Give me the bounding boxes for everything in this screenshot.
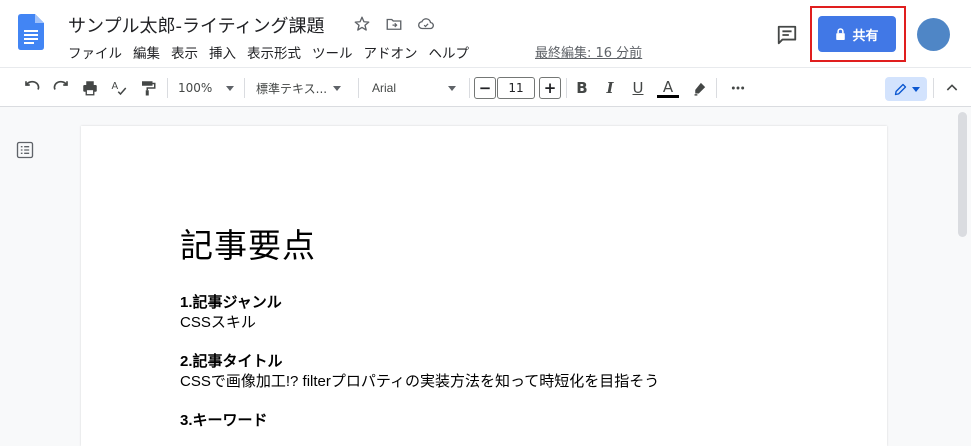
paint-format-icon[interactable] — [136, 77, 160, 99]
document-outline-icon[interactable] — [15, 140, 35, 160]
chevron-down-icon — [448, 85, 457, 91]
toolbar-divider — [716, 78, 717, 98]
underline-button[interactable]: U — [627, 77, 649, 99]
menu-edit[interactable]: 編集 — [133, 42, 160, 62]
section-title: 3.キーワード — [180, 412, 268, 429]
docs-logo-icon[interactable] — [18, 14, 44, 50]
section-body: CSSスキル — [180, 314, 256, 331]
redo-icon[interactable] — [49, 77, 73, 99]
menu-insert[interactable]: 挿入 — [209, 42, 236, 62]
font-value: Arial — [372, 81, 397, 95]
chevron-down-icon — [911, 86, 920, 92]
star-icon[interactable] — [352, 14, 372, 34]
chevron-down-icon — [226, 85, 235, 91]
scrollbar-thumb[interactable] — [958, 112, 967, 237]
toolbar-divider — [167, 78, 168, 98]
chevron-down-icon — [333, 85, 342, 91]
pencil-icon — [894, 83, 906, 95]
cloud-saved-icon[interactable] — [416, 14, 436, 34]
menu-addons[interactable]: アドオン — [364, 42, 418, 62]
text-color-letter: A — [662, 77, 674, 96]
font-select[interactable]: Arial — [372, 77, 464, 99]
more-options-icon[interactable] — [726, 77, 750, 99]
menu-help[interactable]: ヘルプ — [429, 42, 470, 62]
toolbar-divider — [358, 78, 359, 98]
increase-font-size-button[interactable]: + — [539, 77, 561, 99]
paragraph-style-select[interactable]: 標準テキス... — [256, 77, 350, 99]
formatting-toolbar: A 100% 標準テキス... Arial − 11 + B I U A — [0, 67, 971, 107]
toolbar-divider — [566, 78, 567, 98]
text-color-button[interactable]: A — [655, 77, 681, 99]
toolbar-divider — [933, 78, 934, 98]
section-body: CSSで画像加工!? filterプロパティの実装方法を知って時短化を目指そう — [180, 373, 660, 390]
menu-bar: ファイル 編集 表示 挿入 表示形式 ツール アドオン ヘルプ — [68, 42, 469, 62]
section-title: 1.記事ジャンル — [180, 294, 282, 311]
text-color-swatch — [657, 94, 679, 98]
zoom-value: 100% — [178, 81, 213, 95]
collapse-menus-icon[interactable] — [941, 77, 963, 99]
move-folder-icon[interactable] — [384, 14, 404, 34]
document-heading: 記事要点 — [180, 226, 316, 265]
account-avatar[interactable] — [917, 18, 950, 51]
print-icon[interactable] — [78, 77, 102, 99]
menu-tools[interactable]: ツール — [312, 42, 353, 62]
section-title: 2.記事タイトル — [180, 353, 283, 370]
menu-file[interactable]: ファイル — [68, 42, 122, 62]
zoom-select[interactable]: 100% — [178, 77, 236, 99]
bold-button[interactable]: B — [571, 77, 593, 99]
toolbar-divider — [244, 78, 245, 98]
share-label: 共有 — [852, 28, 879, 44]
spellcheck-icon[interactable]: A — [107, 77, 131, 99]
italic-button[interactable]: I — [599, 77, 621, 99]
lock-icon — [836, 28, 846, 40]
undo-icon[interactable] — [20, 77, 44, 99]
menu-format[interactable]: 表示形式 — [247, 42, 301, 62]
document-title[interactable]: サンプル太郎-ライティング課題 — [68, 12, 325, 38]
menu-view[interactable]: 表示 — [171, 42, 198, 62]
decrease-font-size-button[interactable]: − — [474, 77, 496, 99]
share-button[interactable]: 共有 — [818, 16, 896, 52]
paragraph-style-value: 標準テキス... — [256, 81, 328, 96]
comment-history-icon[interactable] — [774, 22, 800, 48]
svg-text:A: A — [112, 81, 119, 92]
title-actions — [352, 14, 436, 34]
toolbar-divider — [469, 78, 470, 98]
document-body: 記事要点 1.記事ジャンル CSSスキル 2.記事タイトル CSSで画像加工!?… — [180, 219, 800, 431]
top-bar: サンプル太郎-ライティング課題 ファイル 編集 表示 挿入 表示形式 ツール ア… — [0, 0, 971, 67]
last-edit-link[interactable]: 最終編集: 16 分前 — [535, 42, 642, 61]
document-page[interactable]: 記事要点 1.記事ジャンル CSSスキル 2.記事タイトル CSSで画像加工!?… — [81, 126, 887, 446]
font-size-input[interactable]: 11 — [497, 77, 535, 99]
highlight-pen-icon[interactable] — [688, 77, 710, 99]
editing-mode-button[interactable] — [885, 77, 927, 101]
